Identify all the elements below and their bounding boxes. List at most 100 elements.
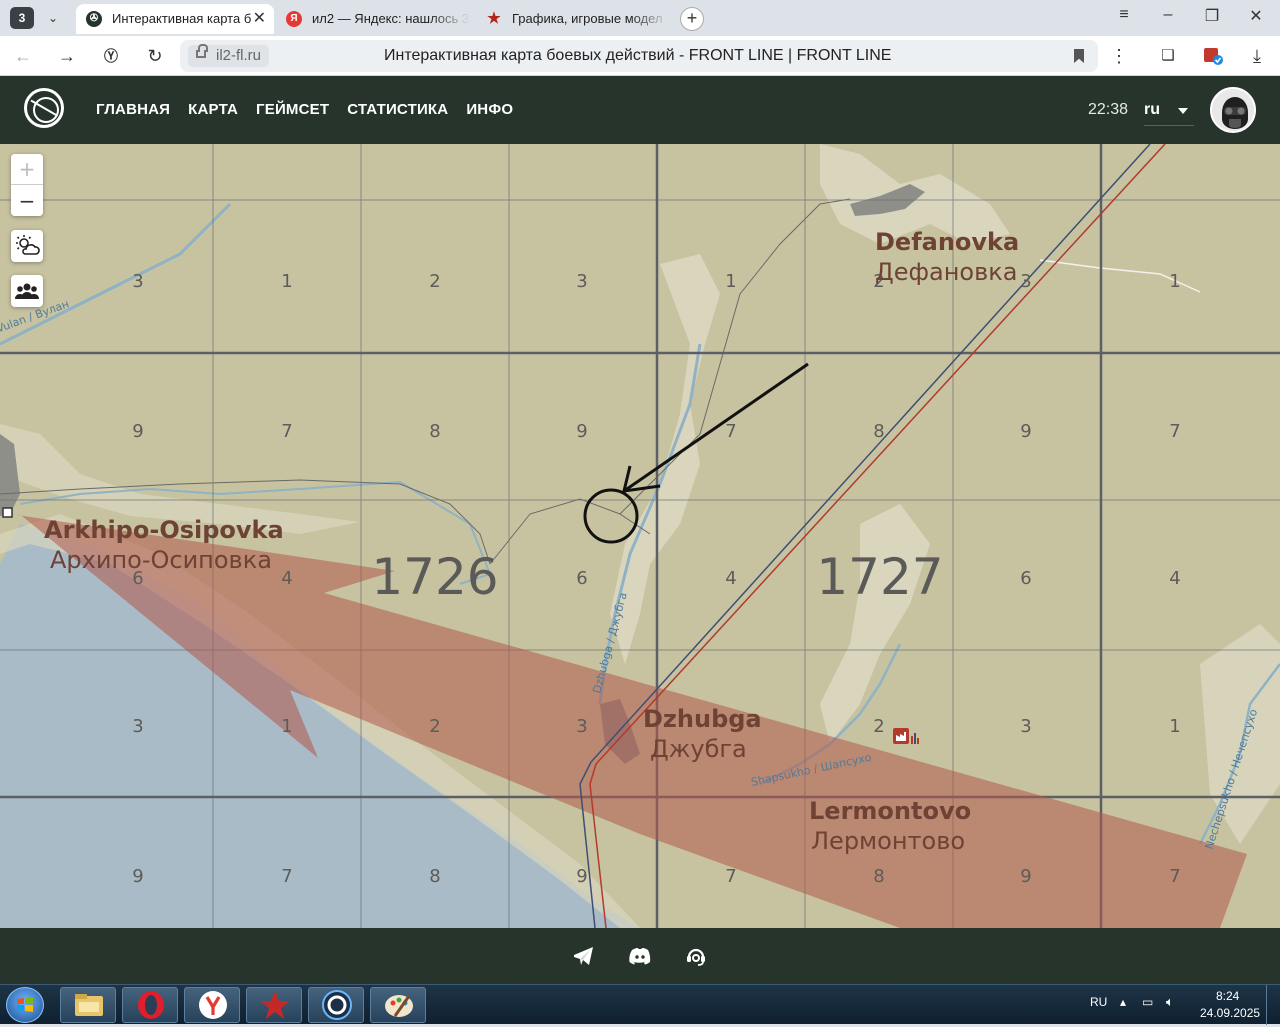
- telegram-icon[interactable]: [572, 944, 596, 968]
- grid-label: 7: [281, 421, 292, 442]
- tray-language[interactable]: RU: [1090, 995, 1107, 1009]
- grid-label: 6: [576, 568, 587, 589]
- weather-button[interactable]: [11, 230, 43, 262]
- grid-label: 9: [1020, 866, 1031, 887]
- user-avatar[interactable]: [1210, 87, 1256, 133]
- nav-home[interactable]: ГЛАВНАЯ: [96, 76, 170, 144]
- tray-date[interactable]: 24.09.2025: [1200, 1006, 1260, 1020]
- grid-label: 2: [429, 716, 440, 737]
- steam-circle-icon[interactable]: [308, 987, 364, 1023]
- map-canvas[interactable]: 3 1 2 3 1 2 3 1 9 7 8 9 7 8 9 7 6 4 6 4 …: [0, 144, 1280, 928]
- tab-interactive-map[interactable]: ✇ Интерактивная карта б ✕: [76, 4, 274, 34]
- zoom-out-button[interactable]: −: [11, 185, 43, 216]
- yandex-home-icon[interactable]: Ⓨ: [98, 44, 124, 68]
- grid-label: 3: [1020, 271, 1031, 292]
- map-marker-square[interactable]: [2, 507, 13, 518]
- forward-arrow-icon[interactable]: →: [54, 44, 80, 68]
- opera-icon[interactable]: [122, 987, 178, 1023]
- tab-counter-button[interactable]: 3: [10, 7, 34, 29]
- nav-info[interactable]: ИНФО: [466, 76, 513, 144]
- browser-menu-icon[interactable]: ≡: [1112, 6, 1136, 24]
- tab-graphics[interactable]: ★ Графика, игровые модел: [476, 4, 670, 34]
- show-desktop-button[interactable]: [1266, 985, 1280, 1025]
- language-value: ru: [1144, 101, 1160, 118]
- nav-statistics[interactable]: СТАТИСТИКА: [347, 76, 448, 144]
- nav-gameset[interactable]: ГЕЙМСЕТ: [256, 76, 329, 144]
- town-label-en: Defanovka: [875, 228, 1019, 256]
- zoom-in-button[interactable]: +: [11, 154, 43, 185]
- paint-icon[interactable]: [370, 987, 426, 1023]
- grid-label: 7: [281, 866, 292, 887]
- grid-label: 1: [1169, 271, 1180, 292]
- grid-label: 6: [1020, 568, 1031, 589]
- yandex-icon: Я: [286, 11, 302, 27]
- collections-icon[interactable]: ❏: [1155, 44, 1181, 68]
- grid-label: 7: [1169, 421, 1180, 442]
- network-icon[interactable]: ▭: [1142, 995, 1153, 1009]
- browser-tab-bar: 3 ⌄ ✇ Интерактивная карта б ✕ Я ил2 — Ян…: [0, 0, 1280, 36]
- grid-label: 2: [873, 716, 884, 737]
- domain-pill[interactable]: il2-fl.ru: [188, 44, 270, 67]
- tray-time[interactable]: 8:24: [1216, 989, 1239, 1003]
- back-arrow-icon[interactable]: ←: [10, 44, 36, 68]
- grid-label: 1: [1169, 716, 1180, 737]
- support-headset-icon[interactable]: [684, 944, 708, 968]
- tab-list-chevron-icon[interactable]: ⌄: [40, 7, 66, 29]
- close-window-icon[interactable]: ✕: [1244, 6, 1268, 26]
- reload-icon[interactable]: ↻: [142, 44, 168, 68]
- download-icon[interactable]: ⤓: [1244, 44, 1270, 68]
- nav-map[interactable]: КАРТА: [188, 76, 238, 144]
- river-vulan: [0, 202, 232, 346]
- users-icon: [15, 283, 39, 299]
- bookmark-icon[interactable]: [1074, 49, 1084, 63]
- grid-label: 3: [1020, 716, 1031, 737]
- grid-label: 7: [1169, 866, 1180, 887]
- grid-label: 3: [132, 271, 143, 292]
- square-number: 1726: [371, 548, 498, 606]
- town-label-ru: Лермонтово: [811, 827, 965, 855]
- restore-icon[interactable]: ❐: [1200, 6, 1224, 26]
- start-button-windows-icon[interactable]: [6, 987, 44, 1023]
- site-header: ГЛАВНАЯ КАРТА ГЕЙМСЕТ СТАТИСТИКА ИНФО 22…: [0, 76, 1280, 144]
- file-explorer-icon[interactable]: [60, 987, 116, 1023]
- grid-label: 1: [725, 271, 736, 292]
- factory-icon[interactable]: [893, 728, 919, 744]
- front-line-logo-icon[interactable]: [24, 88, 64, 128]
- grid-label: 9: [132, 866, 143, 887]
- grid-label: 1: [281, 271, 292, 292]
- volume-icon[interactable]: 🔈︎: [1166, 994, 1174, 1010]
- square-number: 1727: [816, 548, 943, 606]
- grid-label: 4: [281, 568, 292, 589]
- domain-text: il2-fl.ru: [216, 47, 262, 64]
- players-button[interactable]: [11, 275, 43, 307]
- tab-yandex-search[interactable]: Я ил2 — Яндекс: нашлось 3: [276, 4, 470, 34]
- red-star-app-icon[interactable]: [246, 987, 302, 1023]
- town-label-ru: Архипо-Осиповка: [50, 546, 272, 574]
- tab-title: Интерактивная карта б: [112, 11, 252, 26]
- grid-label: 3: [576, 271, 587, 292]
- annotation-circle: [583, 488, 639, 544]
- tray-expand-icon[interactable]: ▴: [1120, 995, 1126, 1009]
- fl-logo-icon: ✇: [86, 11, 102, 27]
- grid-label: 8: [429, 421, 440, 442]
- url-field[interactable]: il2-fl.ru Интерактивная карта боевых дей…: [180, 40, 1098, 72]
- more-options-icon[interactable]: ⋮: [1106, 44, 1132, 68]
- yandex-browser-icon[interactable]: [184, 987, 240, 1023]
- new-tab-button[interactable]: +: [680, 7, 704, 31]
- minimize-icon[interactable]: –: [1156, 6, 1180, 24]
- interactive-map[interactable]: 3 1 2 3 1 2 3 1 9 7 8 9 7 8 9 7 6 4 6 4 …: [0, 144, 1280, 928]
- discord-icon[interactable]: [628, 944, 652, 968]
- site-footer: [0, 928, 1280, 984]
- grid-label: 9: [576, 421, 587, 442]
- close-tab-icon[interactable]: ✕: [253, 4, 266, 34]
- grid-label: 8: [429, 866, 440, 887]
- zoom-control: + −: [11, 154, 43, 216]
- language-select[interactable]: ru: [1144, 96, 1194, 126]
- address-bar: ← → Ⓨ ↻ il2-fl.ru Интерактивная карта бо…: [0, 36, 1280, 76]
- town-label-en: Dzhubga: [643, 705, 762, 733]
- grid-label: 4: [1169, 568, 1180, 589]
- os-taskbar: RU ▴ ▭ 🔈︎ 8:24 24.09.2025: [0, 984, 1280, 1025]
- extension-icon[interactable]: [1200, 44, 1226, 68]
- grid-label: 3: [576, 716, 587, 737]
- main-nav: ГЛАВНАЯ КАРТА ГЕЙМСЕТ СТАТИСТИКА ИНФО: [96, 76, 531, 144]
